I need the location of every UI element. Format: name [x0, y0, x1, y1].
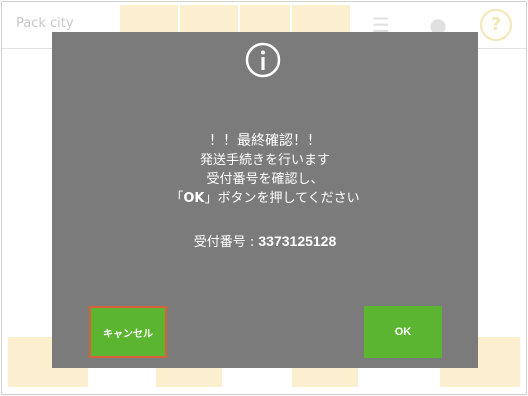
cancel-button[interactable]: キャンセル	[89, 306, 167, 358]
message-line-4: 「OK」ボタンを押してください	[52, 189, 478, 208]
confirm-dialog: ！！最終確認！！ 発送手続きを行います 受付番号を確認し、 「OK」ボタンを押し…	[52, 32, 478, 368]
ok-button[interactable]: OK	[364, 306, 442, 358]
receipt-label: 受付番号 :	[193, 235, 259, 250]
app-title: Pack city	[16, 16, 74, 31]
receipt-number: 3373125128	[258, 233, 337, 249]
message-line-3: 受付番号を確認し、	[206, 172, 324, 187]
help-icon[interactable]: ?	[480, 9, 512, 41]
receipt-number-row: 受付番号 : 3373125128	[52, 231, 478, 250]
ok-prompt-rest: 」ボタンを押してください	[204, 191, 360, 206]
ok-prompt-open-bracket: 「	[170, 191, 184, 206]
message-line-2: 発送手続きを行います	[199, 153, 330, 168]
ok-prompt-word: OK	[183, 191, 205, 206]
message-line-1: ！！最終確認！！	[209, 133, 321, 149]
app-window: Pack city ☰ ● ? ！！最終確認！！ 発送手続きを行います 受付番号…	[1, 1, 527, 395]
info-icon	[245, 42, 281, 78]
dialog-message: ！！最終確認！！ 発送手続きを行います 受付番号を確認し、 「OK」ボタンを押し…	[52, 132, 478, 208]
